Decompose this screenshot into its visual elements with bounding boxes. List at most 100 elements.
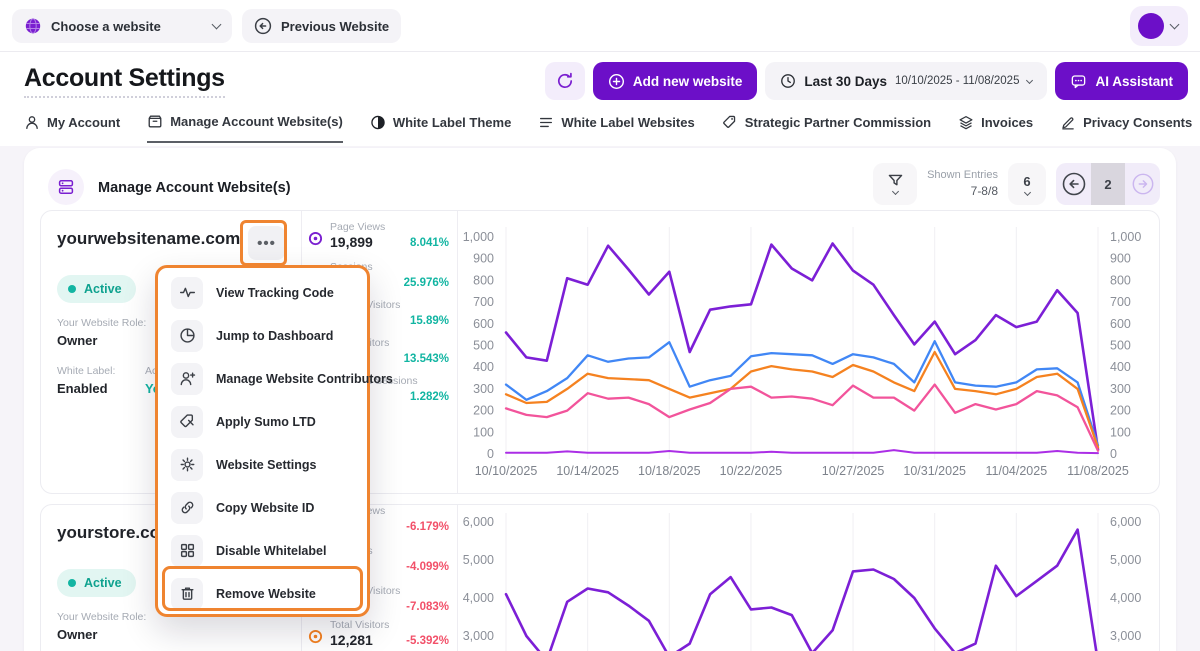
- target-icon: [308, 231, 323, 251]
- ai-assistant-button[interactable]: AI Assistant: [1055, 62, 1188, 100]
- svg-text:10/10/2025: 10/10/2025: [475, 464, 538, 478]
- date-range-picker[interactable]: Last 30 Days 10/10/2025 - 11/08/2025: [765, 62, 1047, 100]
- tab-label: Invoices: [981, 115, 1033, 130]
- svg-text:400: 400: [1110, 360, 1131, 374]
- stat-change: 15.89%: [410, 315, 449, 327]
- date-range-value: 10/10/2025 - 11/08/2025: [895, 75, 1019, 87]
- svg-text:300: 300: [473, 382, 494, 396]
- shown-entries-value: 7-8/8: [927, 183, 998, 199]
- menu-item-apply-sumo-ltd[interactable]: Apply Sumo LTD: [158, 400, 367, 443]
- role-label: Your Website Role:: [57, 317, 146, 329]
- header-actions: Add new website Last 30 Days 10/10/2025 …: [545, 62, 1188, 100]
- plus-circle-icon: [608, 73, 625, 90]
- chevron-down-icon: [1026, 77, 1033, 84]
- grid-icon: [171, 535, 203, 567]
- pen-icon: [1060, 114, 1076, 131]
- choose-website-dropdown[interactable]: Choose a website: [12, 9, 232, 43]
- svg-text:6,000: 6,000: [1110, 515, 1141, 529]
- svg-text:900: 900: [1110, 252, 1131, 266]
- status-label: Active: [84, 282, 122, 296]
- menu-item-copy-website-id[interactable]: Copy Website ID: [158, 486, 367, 529]
- svg-text:300: 300: [1110, 382, 1131, 396]
- svg-text:500: 500: [1110, 339, 1131, 353]
- svg-text:500: 500: [473, 339, 494, 353]
- svg-text:700: 700: [473, 295, 494, 309]
- filter-button[interactable]: [873, 163, 917, 205]
- tab-invoices[interactable]: Invoices: [958, 113, 1033, 143]
- pulse-icon: [171, 277, 203, 309]
- tab-manage-account-websites[interactable]: Manage Account Website(s): [147, 113, 343, 143]
- add-new-website-button[interactable]: Add new website: [593, 62, 758, 100]
- user-icon: [24, 114, 40, 131]
- status-dot-icon: [68, 579, 76, 587]
- stat-total-visitors: Total Visitors 12,281 -5.392%: [302, 619, 457, 651]
- svg-text:3,000: 3,000: [463, 629, 494, 643]
- stat-change: 25.976%: [404, 277, 449, 289]
- pagination: 2: [1056, 163, 1160, 205]
- menu-item-website-settings[interactable]: Website Settings: [158, 443, 367, 486]
- status-label: Active: [84, 576, 122, 590]
- tab-label: My Account: [47, 115, 120, 130]
- clock-icon: [780, 73, 796, 89]
- table-controls: Shown Entries 7-8/8 6 2: [873, 163, 1160, 205]
- choose-website-label: Choose a website: [51, 19, 161, 34]
- link-icon: [171, 492, 203, 524]
- status-badge: Active: [57, 275, 136, 303]
- stat-change: 8.041%: [410, 237, 449, 249]
- svg-text:100: 100: [473, 425, 494, 439]
- svg-text:600: 600: [473, 317, 494, 331]
- tab-label: White Label Websites: [561, 115, 694, 130]
- next-page-button[interactable]: [1125, 172, 1160, 196]
- previous-page-button[interactable]: [1056, 171, 1091, 197]
- tab-white-label-websites[interactable]: White Label Websites: [538, 113, 694, 143]
- svg-text:10/18/2025: 10/18/2025: [638, 464, 701, 478]
- menu-item-manage-contributors[interactable]: Manage Website Contributors: [158, 357, 367, 400]
- svg-text:5,000: 5,000: [463, 553, 494, 567]
- traffic-chart: 3,0003,0004,0004,0005,0005,0006,0006,000: [457, 505, 1159, 651]
- server-icon: [57, 178, 75, 196]
- filter-funnel-icon: [887, 174, 904, 188]
- user-menu[interactable]: [1130, 6, 1188, 46]
- svg-text:10/14/2025: 10/14/2025: [556, 464, 619, 478]
- tab-label: Manage Account Website(s): [170, 114, 343, 129]
- layers-icon: [958, 114, 974, 131]
- svg-text:3,000: 3,000: [1110, 629, 1141, 643]
- role-label: Your Website Role:: [57, 611, 146, 623]
- row-actions-menu: View Tracking Code Jump to Dashboard Man…: [155, 265, 370, 617]
- menu-item-jump-to-dashboard[interactable]: Jump to Dashboard: [158, 314, 367, 357]
- menu-item-remove-website[interactable]: Remove Website: [158, 572, 367, 615]
- lines-icon: [538, 114, 554, 131]
- menu-item-view-tracking-code[interactable]: View Tracking Code: [158, 271, 367, 314]
- white-label-label: White Label:: [57, 365, 115, 377]
- tab-strategic-partner-commission[interactable]: Strategic Partner Commission: [722, 113, 931, 143]
- row-actions-button[interactable]: •••: [248, 226, 285, 260]
- card-title: Manage Account Website(s): [98, 180, 291, 196]
- tab-privacy-consents[interactable]: Privacy Consents: [1060, 113, 1192, 143]
- status-badge: Active: [57, 569, 136, 597]
- svg-text:10/31/2025: 10/31/2025: [903, 464, 966, 478]
- stat-change: 1.282%: [410, 391, 449, 403]
- refresh-button[interactable]: [545, 62, 585, 100]
- stat-change: 13.543%: [404, 353, 449, 365]
- menu-item-disable-whitelabel[interactable]: Disable Whitelabel: [158, 529, 367, 572]
- target-icon: [308, 629, 323, 649]
- tab-white-label-theme[interactable]: White Label Theme: [370, 113, 511, 143]
- status-dot-icon: [68, 285, 76, 293]
- trash-icon: [171, 578, 203, 610]
- chevron-down-icon: [892, 188, 899, 195]
- card-icon-circle: [48, 169, 84, 205]
- tab-label: Strategic Partner Commission: [745, 115, 931, 130]
- current-page[interactable]: 2: [1091, 163, 1125, 205]
- tab-my-account[interactable]: My Account: [24, 113, 120, 143]
- svg-text:600: 600: [1110, 317, 1131, 331]
- previous-website-button[interactable]: Previous Website: [242, 9, 401, 43]
- svg-text:900: 900: [473, 252, 494, 266]
- user-plus-icon: [171, 363, 203, 395]
- role-value: Owner: [57, 627, 97, 642]
- svg-text:10/22/2025: 10/22/2025: [720, 464, 783, 478]
- ai-assistant-label: AI Assistant: [1095, 74, 1173, 89]
- gear-icon: [171, 449, 203, 481]
- website-name: yourwebsitename.com: [57, 229, 240, 249]
- archive-icon: [147, 113, 163, 130]
- page-size-selector[interactable]: 6: [1008, 163, 1046, 205]
